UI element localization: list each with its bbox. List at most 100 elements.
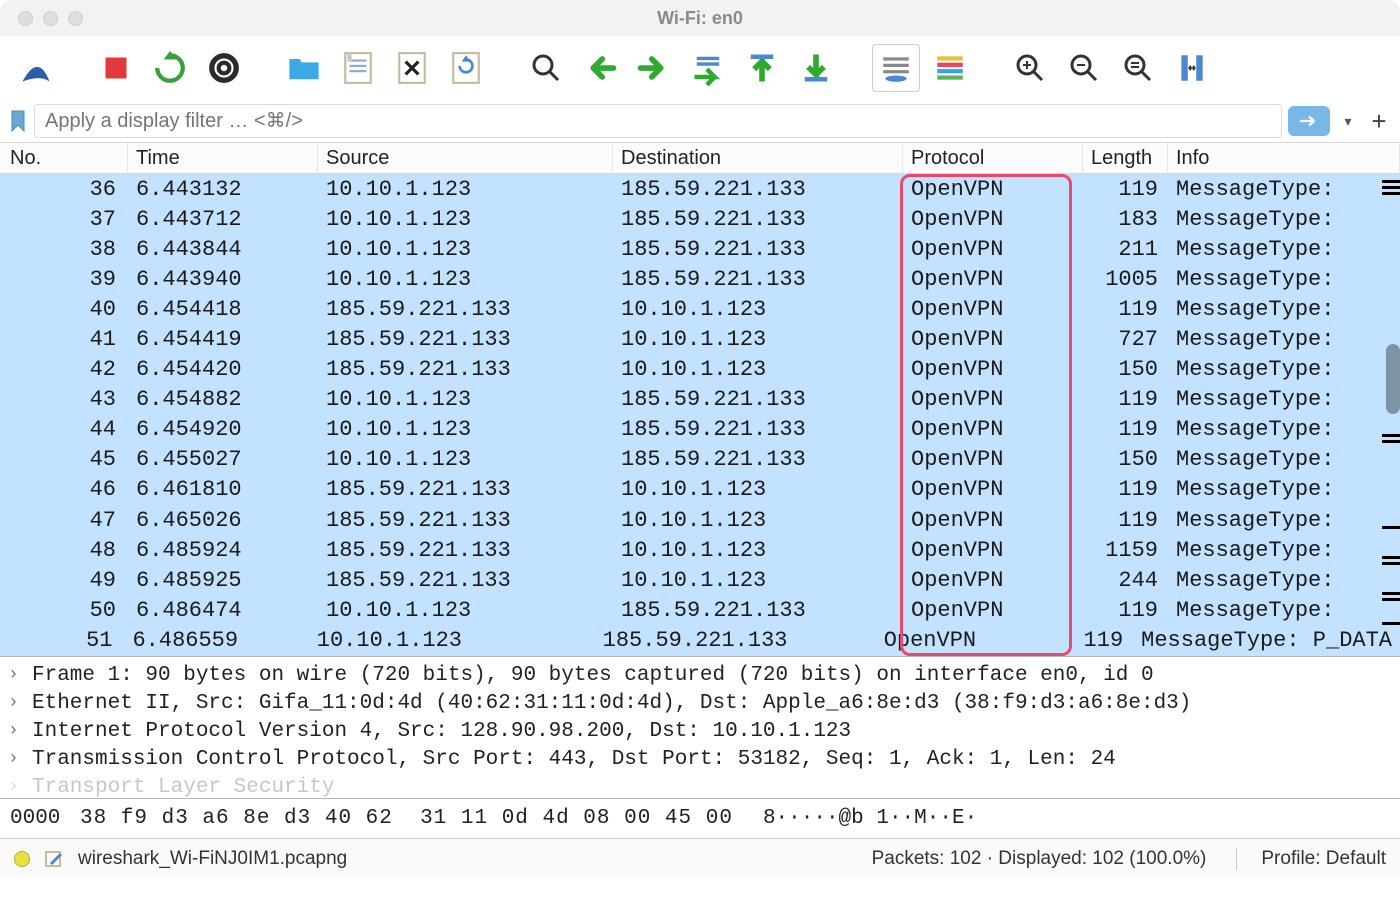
zoom-reset-button[interactable] xyxy=(1114,44,1162,92)
packet-list[interactable]: 366.44313210.10.1.123185.59.221.133OpenV… xyxy=(0,174,1400,656)
table-row[interactable]: 496.485925185.59.221.13310.10.1.123OpenV… xyxy=(0,565,1400,595)
column-header-no[interactable]: No. xyxy=(0,143,128,173)
cell-info: MessageType: xyxy=(1168,177,1400,202)
cell-protocol: OpenVPN xyxy=(903,387,1083,412)
column-header-info[interactable]: Info xyxy=(1168,143,1400,173)
table-row[interactable]: 486.485924185.59.221.13310.10.1.123OpenV… xyxy=(0,535,1400,565)
expand-icon[interactable]: › xyxy=(8,749,26,769)
column-header-time[interactable]: Time xyxy=(128,143,318,173)
table-row[interactable]: 466.461810185.59.221.13310.10.1.123OpenV… xyxy=(0,475,1400,505)
cell-protocol: OpenVPN xyxy=(903,267,1083,292)
zoom-in-button[interactable] xyxy=(1006,44,1054,92)
capture-options-button[interactable] xyxy=(200,44,248,92)
table-row[interactable]: 456.45502710.10.1.123185.59.221.133OpenV… xyxy=(0,445,1400,475)
save-file-button[interactable] xyxy=(334,44,382,92)
details-tree-item[interactable]: ›Frame 1: 90 bytes on wire (720 bits), 9… xyxy=(8,661,1392,689)
cell-length: 244 xyxy=(1083,568,1168,593)
column-header-destination[interactable]: Destination xyxy=(613,143,903,173)
cell-source: 185.59.221.133 xyxy=(318,538,613,563)
profile-label[interactable]: Profile: Default xyxy=(1236,848,1386,870)
cell-length: 150 xyxy=(1083,447,1168,472)
expert-info-icon[interactable] xyxy=(14,851,30,867)
cell-no: 40 xyxy=(0,297,128,322)
close-file-button[interactable] xyxy=(388,44,436,92)
resize-columns-button[interactable] xyxy=(1168,44,1216,92)
table-row[interactable]: 506.48647410.10.1.123185.59.221.133OpenV… xyxy=(0,595,1400,625)
cell-no: 43 xyxy=(0,387,128,412)
details-tree-item[interactable]: ›Transport Layer Security xyxy=(8,773,1392,798)
column-header-length[interactable]: Length xyxy=(1083,143,1168,173)
cell-info: MessageType: xyxy=(1168,327,1400,352)
hex-bytes: 38 f9 d3 a6 8e d3 40 62 31 11 0d 4d 08 0… xyxy=(80,807,733,830)
cell-info: MessageType: xyxy=(1168,237,1400,262)
cell-no: 45 xyxy=(0,447,128,472)
cell-time: 6.443712 xyxy=(128,207,318,232)
cell-protocol: OpenVPN xyxy=(903,297,1083,322)
colorize-button[interactable] xyxy=(926,44,974,92)
go-back-button[interactable] xyxy=(576,44,624,92)
details-tree-item[interactable]: ›Internet Protocol Version 4, Src: 128.9… xyxy=(8,717,1392,745)
table-row[interactable]: 446.45492010.10.1.123185.59.221.133OpenV… xyxy=(0,415,1400,445)
cell-time: 6.454420 xyxy=(128,357,318,382)
column-header-source[interactable]: Source xyxy=(318,143,613,173)
table-row[interactable]: 426.454420185.59.221.13310.10.1.123OpenV… xyxy=(0,355,1400,385)
expand-icon[interactable]: › xyxy=(8,665,26,685)
find-packet-button[interactable] xyxy=(522,44,570,92)
shark-fin-icon[interactable] xyxy=(12,44,60,92)
cell-protocol: OpenVPN xyxy=(903,327,1083,352)
cell-destination: 10.10.1.123 xyxy=(613,477,903,502)
reload-file-button[interactable] xyxy=(442,44,490,92)
add-filter-button[interactable]: + xyxy=(1366,106,1392,136)
cell-source: 10.10.1.123 xyxy=(318,177,613,202)
cell-destination: 185.59.221.133 xyxy=(613,447,903,472)
bookmark-icon[interactable] xyxy=(8,108,28,134)
cell-protocol: OpenVPN xyxy=(903,207,1083,232)
expand-icon[interactable]: › xyxy=(8,721,26,741)
table-row[interactable]: 366.44313210.10.1.123185.59.221.133OpenV… xyxy=(0,174,1400,204)
cell-no: 42 xyxy=(0,357,128,382)
restart-capture-button[interactable] xyxy=(146,44,194,92)
details-tree-item[interactable]: ›Transmission Control Protocol, Src Port… xyxy=(8,745,1392,773)
cell-info: MessageType: xyxy=(1168,477,1400,502)
table-row[interactable]: 416.454419185.59.221.13310.10.1.123OpenV… xyxy=(0,324,1400,354)
table-row[interactable]: 436.45488210.10.1.123185.59.221.133OpenV… xyxy=(0,385,1400,415)
cell-time: 6.454920 xyxy=(128,417,318,442)
go-to-last-button[interactable] xyxy=(792,44,840,92)
cell-source: 10.10.1.123 xyxy=(318,598,613,623)
packet-bytes-pane[interactable]: 0000 38 f9 d3 a6 8e d3 40 62 31 11 0d 4d… xyxy=(0,798,1400,838)
display-filter-input[interactable] xyxy=(34,104,1282,138)
expand-icon[interactable]: › xyxy=(8,777,26,797)
cell-time: 6.485925 xyxy=(128,568,318,593)
column-header-protocol[interactable]: Protocol xyxy=(903,143,1083,173)
table-row[interactable]: 516.48655910.10.1.123185.59.221.133OpenV… xyxy=(0,625,1400,655)
table-row[interactable]: 476.465026185.59.221.13310.10.1.123OpenV… xyxy=(0,505,1400,535)
filter-dropdown-button[interactable]: ▾ xyxy=(1336,106,1360,136)
details-tree-item[interactable]: ›Ethernet II, Src: Gifa_11:0d:4d (40:62:… xyxy=(8,689,1392,717)
table-row[interactable]: 396.44394010.10.1.123185.59.221.133OpenV… xyxy=(0,264,1400,294)
cell-source: 185.59.221.133 xyxy=(318,357,613,382)
packet-details-pane[interactable]: ›Frame 1: 90 bytes on wire (720 bits), 9… xyxy=(0,656,1400,798)
cell-length: 1159 xyxy=(1083,538,1168,563)
cell-destination: 185.59.221.133 xyxy=(613,267,903,292)
scrollbar-thumb[interactable] xyxy=(1386,344,1400,414)
cell-source: 10.10.1.123 xyxy=(318,237,613,262)
expand-icon[interactable]: › xyxy=(8,693,26,713)
cell-length: 119 xyxy=(1083,387,1168,412)
cell-source: 185.59.221.133 xyxy=(318,327,613,352)
edit-comment-icon[interactable] xyxy=(44,849,64,869)
cell-protocol: OpenVPN xyxy=(903,508,1083,533)
cell-no: 36 xyxy=(0,177,128,202)
table-row[interactable]: 386.44384410.10.1.123185.59.221.133OpenV… xyxy=(0,234,1400,264)
open-file-button[interactable] xyxy=(280,44,328,92)
go-to-packet-button[interactable] xyxy=(684,44,732,92)
go-to-first-button[interactable] xyxy=(738,44,786,92)
cell-length: 119 xyxy=(1083,508,1168,533)
apply-filter-button[interactable] xyxy=(1288,106,1330,136)
table-row[interactable]: 376.44371210.10.1.123185.59.221.133OpenV… xyxy=(0,204,1400,234)
zoom-out-button[interactable] xyxy=(1060,44,1108,92)
stop-capture-button[interactable] xyxy=(92,44,140,92)
auto-scroll-button[interactable] xyxy=(872,44,920,92)
table-row[interactable]: 406.454418185.59.221.13310.10.1.123OpenV… xyxy=(0,294,1400,324)
cell-info: MessageType: P_DATA xyxy=(1133,628,1400,653)
go-forward-button[interactable] xyxy=(630,44,678,92)
